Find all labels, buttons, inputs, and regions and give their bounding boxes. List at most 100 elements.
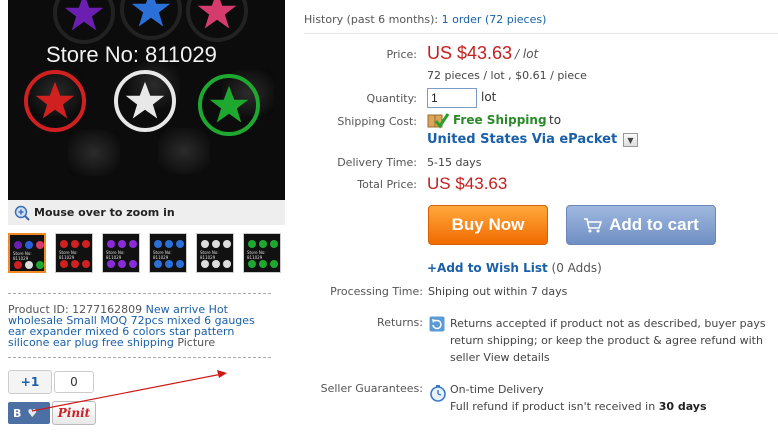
thumbnail-plug-dot (36, 261, 44, 269)
green-star-plug (198, 74, 260, 136)
plug-shape (158, 128, 210, 174)
quantity-input[interactable] (427, 88, 477, 108)
thumbnail-plug-dot (176, 240, 184, 248)
thumbnail-caption: Store No: 811029 (13, 251, 32, 261)
magnifier-plus-icon (14, 205, 30, 221)
returns-label: Returns: (377, 316, 423, 329)
annotation-arrow-icon (31, 370, 227, 412)
pink-star-plug (186, 0, 248, 42)
thumbnail-plug-dot (60, 260, 68, 268)
seller-guarantees-label: Seller Guarantees: (320, 382, 423, 395)
guarantee-line2-text: Full refund if product isn't received in (450, 400, 659, 413)
picture-suffix: Picture (173, 336, 216, 349)
thumbnail-plug-dot (14, 261, 22, 269)
thumbnail-plug-dot (201, 240, 209, 248)
returns-view-details-link[interactable]: View details (483, 351, 549, 364)
thumbnail-5[interactable]: Store No: 811029 (196, 233, 234, 273)
price-label: Price: (386, 48, 417, 61)
add-to-cart-button[interactable]: Add to cart (566, 205, 716, 245)
add-to-cart-label: Add to cart (609, 215, 699, 234)
buy-now-button[interactable]: Buy Now (428, 205, 548, 245)
thumbnail-1[interactable]: Store No: 811029 (8, 233, 46, 273)
thumbnail-plug-dot (71, 240, 79, 248)
package-check-icon (427, 113, 449, 129)
purple-star-plug (53, 0, 115, 44)
thumbnail-plug-dot (154, 260, 162, 268)
thumbnail-plug-dot (223, 240, 231, 248)
thumbnail-plug-dot (201, 260, 209, 268)
returns-text-block: Returns accepted if product not as descr… (450, 315, 775, 366)
delivery-time-label: Delivery Time: (337, 156, 417, 169)
thumbnail-plug-dot (82, 240, 90, 248)
total-price-value: US $43.63 (427, 174, 508, 193)
thumbnail-plug-dot (259, 240, 267, 248)
thumbnail-plug-dot (129, 260, 137, 268)
price-unit: / lot (515, 47, 539, 61)
thumbnail-plug-dot (212, 260, 220, 268)
product-id-block: Product ID: 1277162809 New arrive Hot wh… (8, 304, 273, 348)
blue-star-plug (120, 0, 182, 40)
thumbnail-caption: Store No: 811029 (106, 250, 125, 260)
thumbnail-4[interactable]: Store No: 811029 (149, 233, 187, 273)
processing-time-value: Shiping out within 7 days (428, 285, 568, 298)
clock-icon (430, 385, 446, 402)
order-history: History (past 6 months): 1 order (72 pie… (304, 13, 546, 26)
divider (304, 33, 778, 34)
processing-time-label: Processing Time: (330, 285, 423, 298)
thumbnail-strip: Store No: 811029 Store No: 811029 Store No… (8, 233, 281, 273)
cart-icon (584, 218, 603, 233)
thumbnail-2[interactable]: Store No: 811029 (55, 233, 93, 273)
thumbnail-plug-dot (270, 260, 278, 268)
thumbnail-caption: Store No: 811029 (59, 250, 78, 260)
thumbnail-plug-dot (212, 240, 220, 248)
thumbnail-plug-dot (107, 260, 115, 268)
thumbnail-plug-dot (36, 241, 44, 249)
thumbnail-plug-dot (248, 260, 256, 268)
wishlist-count: (0 Adds) (547, 261, 602, 275)
thumbnail-3[interactable]: Store No: 811029 (102, 233, 140, 273)
b-share-label: B (13, 406, 22, 420)
thumbnail-plug-dot (25, 241, 33, 249)
thumbnail-plug-dot (270, 240, 278, 248)
divider (8, 293, 271, 294)
guarantee-line1: On-time Delivery (450, 383, 544, 396)
store-number-overlay: Store No: 811029 (46, 42, 217, 67)
thumbnail-6[interactable]: Store No: 811029 (243, 233, 281, 273)
quantity-unit: lot (481, 90, 497, 104)
delivery-time-value: 5-15 days (427, 156, 482, 169)
thumbnail-plug-dot (129, 240, 137, 248)
return-arrow-icon (429, 316, 445, 332)
shipping-to-text: to (549, 113, 562, 127)
wishlist-row: +Add to Wish List (0 Adds) (427, 261, 602, 275)
thumbnail-plug-dot (176, 260, 184, 268)
zoom-hint-text: Mouse over to zoom in (34, 206, 175, 219)
thumbnail-plug-dot (248, 240, 256, 248)
product-main-image[interactable]: Store No: 811029 (8, 0, 285, 200)
thumbnail-plug-dot (259, 260, 267, 268)
add-to-wishlist-link[interactable]: +Add to Wish List (427, 261, 548, 275)
price-value: US $43.63 (427, 43, 513, 63)
thumbnail-plug-dot (14, 241, 22, 249)
shipping-cost-label: Shipping Cost: (337, 115, 417, 128)
thumbnail-plug-dot (71, 260, 79, 268)
thumbnail-plug-dot (165, 260, 173, 268)
thumbnail-plug-dot (118, 240, 126, 248)
thumbnail-plug-dot (60, 240, 68, 248)
thumbnail-plug-dot (223, 260, 231, 268)
shipping-method-link[interactable]: United States Via ePacket (427, 132, 617, 147)
thumbnail-plug-dot (165, 240, 173, 248)
history-orders-link[interactable]: 1 order (72 pieces) (442, 13, 547, 26)
white-star-plug (114, 70, 176, 132)
shipping-dropdown-icon[interactable]: ▼ (623, 133, 638, 147)
price-per-piece: 72 pieces / lot , $0.61 / piece (427, 69, 587, 82)
zoom-hint-bar: Mouse over to zoom in (8, 200, 285, 225)
history-label: History (past 6 months): (304, 13, 439, 26)
thumbnail-caption: Store No: 811029 (200, 250, 219, 260)
guarantee-line2: Full refund if product isn't received in… (450, 398, 775, 415)
thumbnail-plug-dot (25, 261, 33, 269)
total-price-label: Total Price: (357, 178, 417, 191)
guarantee-text-block: On-time Delivery Full refund if product … (450, 381, 775, 415)
divider (8, 357, 271, 358)
thumbnail-plug-dot (82, 260, 90, 268)
thumbnail-plug-dot (154, 240, 162, 248)
